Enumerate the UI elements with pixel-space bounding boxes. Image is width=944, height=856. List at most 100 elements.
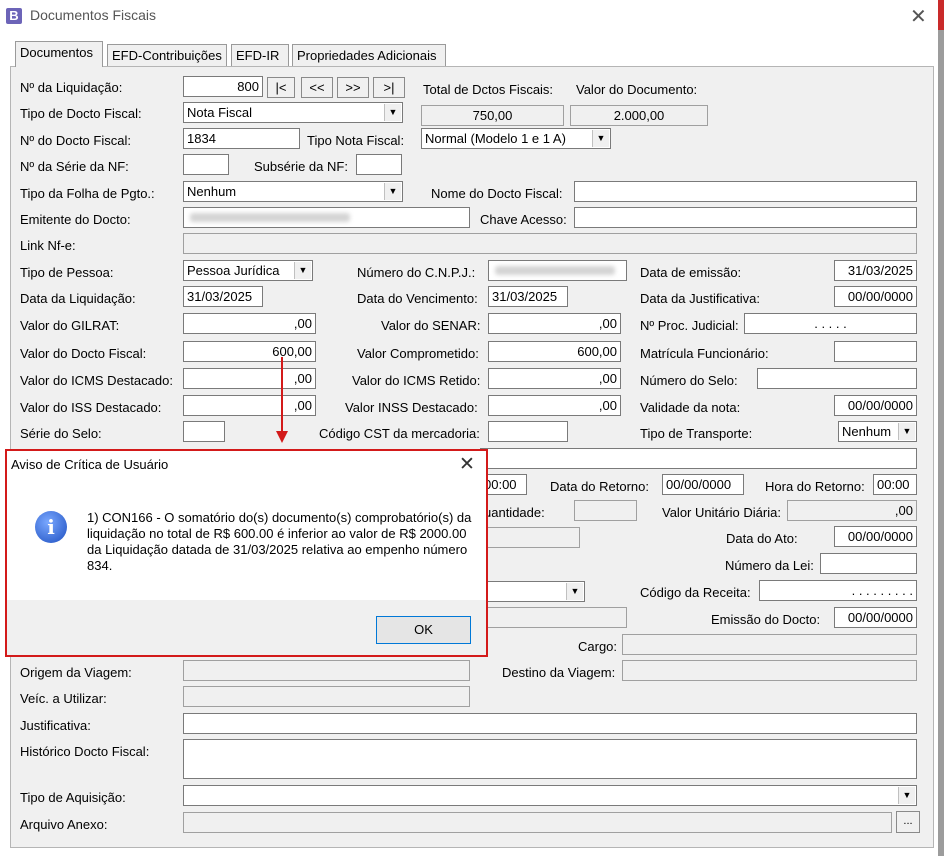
tipo-docto-label: Tipo de Docto Fiscal:	[20, 106, 142, 121]
link-label: Link Nf-e:	[20, 238, 76, 253]
inss-label: Valor INSS Destacado:	[345, 400, 478, 415]
chevron-down-icon: ▼	[384, 104, 401, 121]
chave-label: Chave Acesso:	[480, 212, 567, 227]
close-icon[interactable]: ✕	[910, 4, 927, 29]
valor-docto-label: Valor do Docto Fiscal:	[20, 346, 147, 361]
liquidacao-label: Nº da Liquidação:	[20, 80, 123, 95]
historico-textarea[interactable]	[183, 739, 917, 779]
total-field: 750,00	[421, 105, 564, 126]
tipo-pessoa-select[interactable]: Pessoa Jurídica ▼	[183, 260, 313, 281]
justificativa-input[interactable]	[183, 713, 917, 734]
origem-field	[183, 660, 470, 681]
data-retorno-input[interactable]: 00/00/0000	[662, 474, 744, 495]
emitente-input[interactable]	[183, 207, 470, 228]
gilrat-label: Valor do GILRAT:	[20, 318, 120, 333]
num-docto-input[interactable]: 1834	[183, 128, 300, 149]
tipo-nota-value: Normal (Modelo 1 e 1 A)	[425, 131, 566, 146]
data-emissao-input[interactable]: 31/03/2025	[834, 260, 917, 281]
num-lei-input[interactable]	[820, 553, 917, 574]
chevron-down-icon: ▼	[384, 183, 401, 200]
nome-docto-label: Nome do Docto Fiscal:	[431, 186, 563, 201]
transporte-value: Nenhum	[842, 424, 892, 439]
data-venc-input[interactable]: 31/03/2025	[488, 286, 568, 307]
iss-input[interactable]: ,00	[183, 395, 316, 416]
tipo-docto-select[interactable]: Nota Fiscal ▼	[183, 102, 403, 123]
cnpj-label: Número do C.N.P.J.:	[357, 265, 476, 280]
icms-ret-input[interactable]: ,00	[488, 368, 621, 389]
dialog-title: Aviso de Crítica de Usuário	[11, 457, 169, 472]
first-record-button[interactable]: |<	[267, 77, 295, 98]
chevron-down-icon: ▼	[294, 262, 311, 279]
num-lei-label: Número da Lei:	[725, 558, 814, 573]
tipo-folha-select[interactable]: Nenhum ▼	[183, 181, 403, 202]
cod-receita-input[interactable]: . . . . . . . . .	[759, 580, 917, 601]
justificativa-label: Justificativa:	[20, 718, 91, 733]
anexo-label: Arquivo Anexo:	[20, 817, 108, 832]
liquidacao-input[interactable]: 800	[183, 76, 263, 97]
transporte-label: Tipo de Transporte:	[640, 426, 753, 441]
matricula-label: Matrícula Funcionário:	[640, 346, 769, 361]
num-docto-label: Nº do Docto Fiscal:	[20, 133, 131, 148]
hora-retorno-input[interactable]: 00:00	[873, 474, 917, 495]
next-record-button[interactable]: >>	[337, 77, 369, 98]
validade-input[interactable]: 00/00/0000	[834, 395, 917, 416]
data-liq-input[interactable]: 31/03/2025	[183, 286, 263, 307]
tab-propriedades-adicionais[interactable]: Propriedades Adicionais	[292, 44, 446, 66]
anexo-field	[183, 812, 892, 833]
info-icon: i	[35, 511, 67, 543]
emissao-label: Emissão do Docto:	[711, 612, 821, 627]
num-selo-label: Número do Selo:	[640, 373, 738, 388]
chave-input[interactable]	[574, 207, 917, 228]
senar-input[interactable]: ,00	[488, 313, 621, 334]
close-icon[interactable]: ✕	[459, 453, 475, 476]
data-ato-input[interactable]: 00/00/0000	[834, 526, 917, 547]
redacted-text	[190, 213, 350, 222]
quantidade-field	[574, 500, 637, 521]
num-selo-input[interactable]	[757, 368, 917, 389]
cargo-label: Cargo:	[578, 639, 618, 654]
link-field	[183, 233, 917, 254]
iss-label: Valor do ISS Destacado:	[20, 400, 162, 415]
matricula-input[interactable]	[834, 341, 917, 362]
tab-efd-ir[interactable]: EFD-IR	[231, 44, 289, 66]
comprometido-input[interactable]: 600,00	[488, 341, 621, 362]
transporte-select[interactable]: Nenhum ▼	[838, 421, 917, 442]
gilrat-input[interactable]: ,00	[183, 313, 316, 334]
cst-input[interactable]	[488, 421, 568, 442]
redacted-text	[495, 266, 615, 275]
inss-input[interactable]: ,00	[488, 395, 621, 416]
tab-documentos[interactable]: Documentos	[15, 41, 103, 67]
tipo-nota-select[interactable]: Normal (Modelo 1 e 1 A) ▼	[421, 128, 611, 149]
prev-record-button[interactable]: <<	[301, 77, 333, 98]
serie-input[interactable]	[183, 154, 229, 175]
subserie-input[interactable]	[356, 154, 402, 175]
window-edge	[938, 0, 944, 856]
hidden-select[interactable]: ▼	[480, 581, 585, 602]
proc-input[interactable]: . . . . .	[744, 313, 917, 334]
cnpj-input[interactable]	[488, 260, 627, 281]
chevron-down-icon: ▼	[898, 423, 915, 440]
tab-efd-contribuicoes[interactable]: EFD-Contribuições	[107, 44, 227, 66]
chevron-down-icon: ▼	[566, 583, 583, 600]
anexo-browse-button[interactable]: ...	[896, 811, 920, 833]
serie-selo-input[interactable]	[183, 421, 225, 442]
valor-doc-field: 2.000,00	[570, 105, 708, 126]
data-emissao-label: Data de emissão:	[640, 265, 742, 280]
tipo-pessoa-label: Tipo de Pessoa:	[20, 265, 114, 280]
emissao-input[interactable]: 00/00/0000	[834, 607, 917, 628]
veic-field	[183, 686, 470, 707]
tipo-pessoa-value: Pessoa Jurídica	[187, 263, 280, 278]
warning-dialog: Aviso de Crítica de Usuário ✕ i 1) CON16…	[5, 449, 488, 657]
nome-docto-input[interactable]	[574, 181, 917, 202]
ok-button[interactable]: OK	[376, 616, 471, 644]
chevron-down-icon: ▼	[592, 130, 609, 147]
valor-docto-input[interactable]: 600,00	[183, 341, 316, 362]
icms-dest-input[interactable]: ,00	[183, 368, 316, 389]
chevron-down-icon: ▼	[898, 787, 915, 804]
finalidade-input[interactable]	[480, 448, 917, 469]
senar-label: Valor do SENAR:	[381, 318, 481, 333]
aquisicao-select[interactable]: ▼	[183, 785, 917, 806]
data-venc-label: Data do Vencimento:	[357, 291, 478, 306]
data-just-input[interactable]: 00/00/0000	[834, 286, 917, 307]
last-record-button[interactable]: >|	[373, 77, 405, 98]
